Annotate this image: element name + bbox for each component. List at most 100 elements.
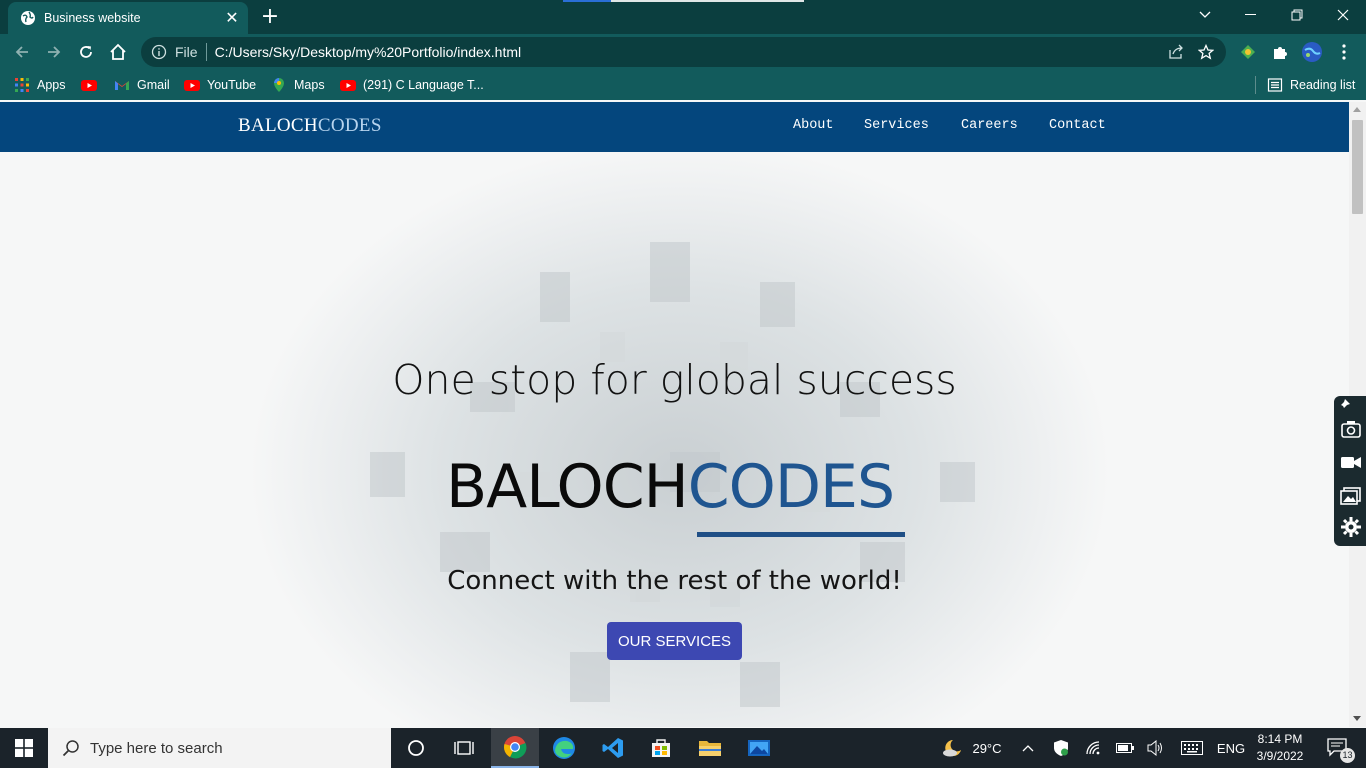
hero-brand-underline <box>697 532 905 537</box>
windows-logo-icon <box>15 739 33 757</box>
taskbar-search-box[interactable]: Type here to search <box>48 728 391 768</box>
vscode-icon <box>602 738 623 758</box>
forward-button[interactable] <box>42 40 66 64</box>
maps-icon <box>274 78 284 92</box>
close-window-button[interactable] <box>1320 0 1366 30</box>
gallery-icon[interactable] <box>1340 484 1362 506</box>
bookmark-star-icon[interactable] <box>1196 42 1216 62</box>
pin-icon[interactable] <box>1339 398 1351 410</box>
screen-capture-toolbar <box>1334 396 1366 546</box>
reading-list-button[interactable]: Reading list <box>1267 76 1355 94</box>
restore-button[interactable] <box>1274 0 1320 30</box>
taskbar-edge[interactable] <box>540 728 588 768</box>
taskbar-chrome[interactable] <box>491 728 539 768</box>
bookmark-youtube-unnamed[interactable] <box>81 76 104 94</box>
taskbar-vscode[interactable] <box>589 728 637 768</box>
windows-taskbar: Type here to search 29°C ENG 8:14 PM 3/9… <box>0 728 1366 768</box>
logo-part-codes: CODES <box>317 115 382 136</box>
hero-brand-codes: CODES <box>687 452 895 522</box>
task-view-button[interactable] <box>440 728 488 768</box>
address-bar[interactable]: File C:/Users/Sky/Desktop/my%20Portfolio… <box>141 37 1226 67</box>
bookmarks-bar: Apps Gmail YouTube Maps (291) C Language… <box>0 70 1366 100</box>
youtube-icon <box>184 80 200 91</box>
notification-count-badge: 13 <box>1340 748 1355 763</box>
start-button[interactable] <box>0 728 48 768</box>
scroll-down-arrow-icon[interactable] <box>1353 716 1361 721</box>
taskbar-file-explorer[interactable] <box>686 728 734 768</box>
our-services-button[interactable]: OUR SERVICES <box>607 622 742 660</box>
extension-shield-icon[interactable] <box>1236 40 1260 64</box>
clock-date: 3/9/2022 <box>1256 749 1304 763</box>
photos-icon <box>748 740 770 756</box>
nav-link-careers[interactable]: Careers <box>961 118 1018 133</box>
task-view-icon <box>454 741 474 755</box>
reading-list-icon <box>1267 78 1283 92</box>
search-placeholder: Type here to search <box>90 739 223 757</box>
edge-icon <box>553 737 575 759</box>
bookmark-apps[interactable]: Apps <box>14 76 66 94</box>
taskbar-store[interactable] <box>637 728 685 768</box>
chrome-icon <box>504 736 527 759</box>
keyboard-icon[interactable] <box>1179 728 1205 768</box>
camera-icon[interactable] <box>1340 418 1362 440</box>
battery-icon[interactable] <box>1114 728 1136 768</box>
bookmark-label: Apps <box>37 78 66 92</box>
weather-temperature[interactable]: 29°C <box>970 728 1004 768</box>
clock-time: 8:14 PM <box>1257 732 1303 746</box>
browser-tab-active[interactable]: Business website ✕ <box>8 2 248 34</box>
info-icon[interactable] <box>151 44 167 60</box>
close-tab-icon[interactable]: ✕ <box>224 10 240 26</box>
hero-title: One stop for global success <box>392 356 957 404</box>
bookmark-gmail[interactable]: Gmail <box>114 76 170 94</box>
bookmark-youtube[interactable]: YouTube <box>184 76 256 94</box>
cortana-button[interactable] <box>392 728 440 768</box>
bookmark-maps[interactable]: Maps <box>271 76 325 94</box>
share-icon[interactable] <box>1166 42 1186 62</box>
tab-title: Business website <box>44 11 141 25</box>
site-navbar: BALOCHCODES About Services Careers Conta… <box>0 102 1349 152</box>
tab-search-chevron-icon[interactable] <box>1182 0 1228 30</box>
cortana-circle-icon <box>408 740 424 756</box>
extensions-puzzle-icon[interactable] <box>1268 40 1292 64</box>
youtube-icon <box>81 80 97 91</box>
url-text[interactable]: C:/Users/Sky/Desktop/my%20Portfolio/inde… <box>215 44 1166 60</box>
tray-overflow-chevron-icon[interactable] <box>1017 728 1039 768</box>
defender-shield-icon[interactable] <box>1050 728 1072 768</box>
scrollbar-thumb[interactable] <box>1352 120 1363 214</box>
bookmark-label: Gmail <box>137 78 170 92</box>
back-button[interactable] <box>10 40 34 64</box>
nav-link-contact[interactable]: Contact <box>1049 118 1106 133</box>
volume-icon[interactable] <box>1145 728 1167 768</box>
input-language[interactable]: ENG <box>1214 728 1248 768</box>
bookmark-label: YouTube <box>207 78 257 92</box>
home-button[interactable] <box>106 40 130 64</box>
browser-menu-icon[interactable] <box>1332 40 1356 64</box>
url-separator <box>205 43 207 61</box>
bookmarks-divider <box>1255 76 1256 94</box>
video-camera-icon[interactable] <box>1340 451 1362 473</box>
settings-gear-icon[interactable] <box>1340 516 1362 538</box>
site-logo[interactable]: BALOCHCODES <box>238 115 382 137</box>
system-clock[interactable]: 8:14 PM 3/9/2022 <box>1250 731 1310 765</box>
reload-button[interactable] <box>74 40 98 64</box>
search-icon <box>62 740 79 757</box>
wifi-icon[interactable] <box>1083 728 1105 768</box>
url-scheme-label: File <box>175 44 198 60</box>
notification-center-button[interactable]: 13 <box>1318 728 1358 768</box>
taskbar-photos[interactable] <box>735 728 783 768</box>
webpage-viewport: BALOCHCODES About Services Careers Conta… <box>0 102 1349 727</box>
nav-link-about[interactable]: About <box>793 118 834 133</box>
bookmark-c-language[interactable]: (291) C Language T... <box>340 76 484 94</box>
globe-icon <box>21 11 35 25</box>
apps-grid-icon <box>15 78 29 92</box>
browser-toolbar: File C:/Users/Sky/Desktop/my%20Portfolio… <box>0 34 1366 70</box>
weather-icon[interactable] <box>938 728 968 768</box>
store-icon <box>652 739 670 757</box>
scroll-up-arrow-icon[interactable] <box>1353 107 1361 112</box>
minimize-button[interactable] <box>1228 0 1274 30</box>
youtube-icon <box>340 80 356 91</box>
profile-avatar-icon[interactable] <box>1300 40 1324 64</box>
browser-tab-strip: Business website ✕ + <box>0 0 1366 34</box>
new-tab-button[interactable]: + <box>258 6 282 28</box>
nav-link-services[interactable]: Services <box>864 118 929 133</box>
